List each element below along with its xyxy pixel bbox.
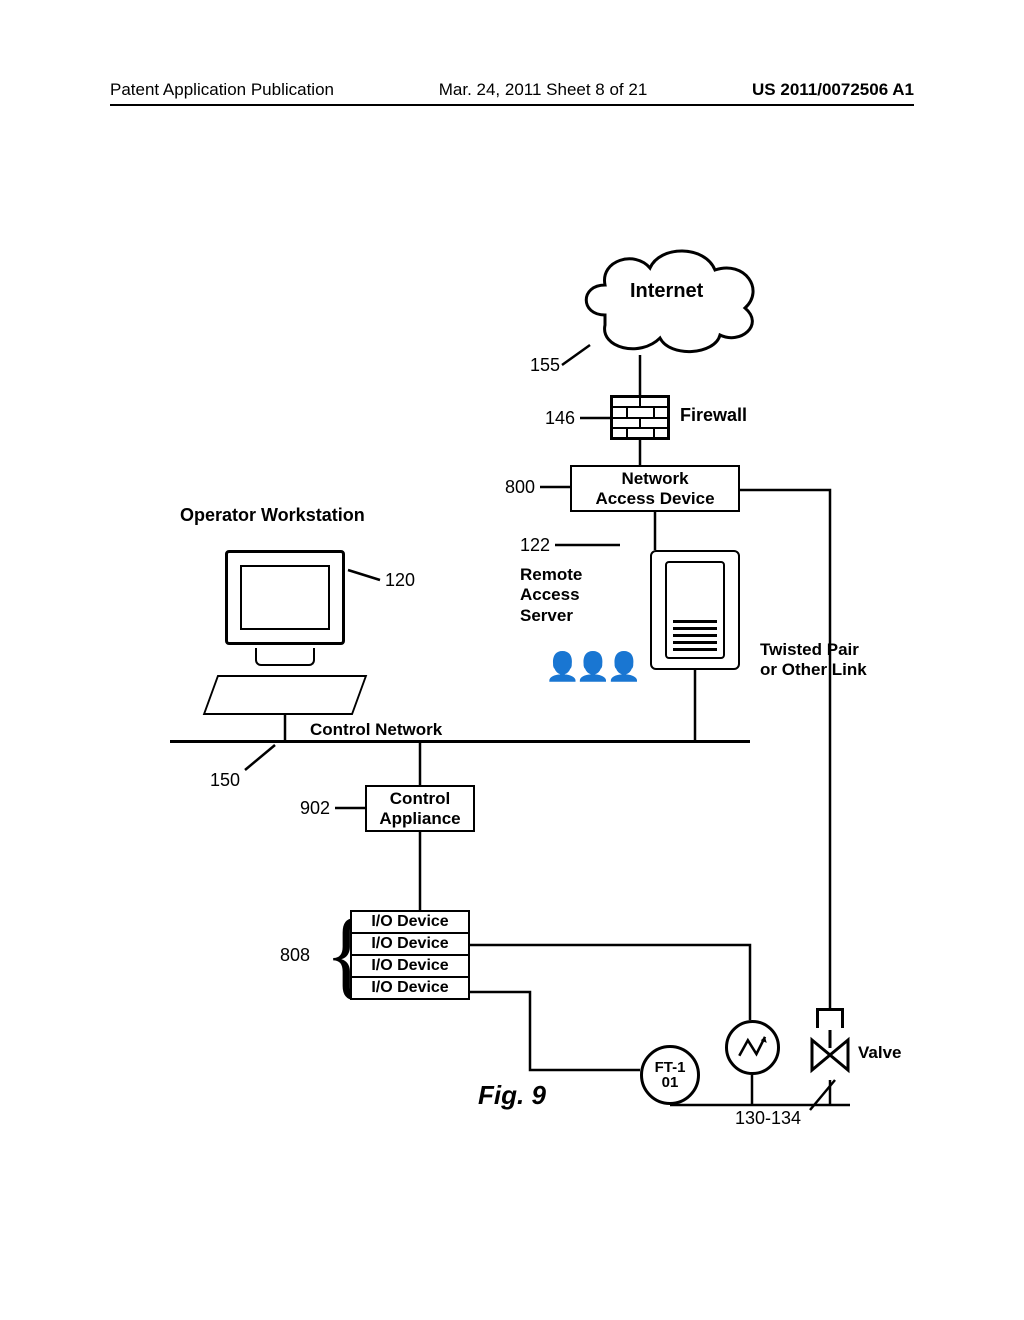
ref-155: 155 — [530, 355, 560, 376]
ras-label: Remote Access Server — [520, 565, 582, 626]
valve-icon — [810, 1030, 850, 1080]
io-device-4: I/O Device — [350, 976, 470, 1000]
control-network-label: Control Network — [310, 720, 442, 740]
keyboard-icon — [203, 675, 368, 715]
diagram-canvas: Internet 155 Firewall 146 Network Access… — [110, 150, 914, 1150]
ft-label-top: FT-1 — [655, 1060, 686, 1075]
valve-label: Valve — [858, 1043, 902, 1063]
io-device-stack: I/O Device I/O Device I/O Device I/O Dev… — [350, 910, 470, 1000]
header-date-sheet: Mar. 24, 2011 Sheet 8 of 21 — [439, 80, 648, 100]
firewall-icon — [610, 395, 670, 440]
ref-808: 808 — [280, 945, 310, 966]
internet-label: Internet — [630, 280, 703, 303]
page-header: Patent Application Publication Mar. 24, … — [110, 80, 914, 106]
ref-902: 902 — [300, 798, 330, 819]
io-device-3: I/O Device — [350, 954, 470, 978]
io-device-2: I/O Device — [350, 932, 470, 956]
control-network-bus — [170, 740, 750, 743]
network-access-device-box: Network Access Device — [570, 465, 740, 512]
nad-label: Network Access Device — [595, 469, 714, 508]
io-device-1: I/O Device — [350, 910, 470, 934]
ref-150: 150 — [210, 770, 240, 791]
ref-800: 800 — [505, 477, 535, 498]
figure-caption: Fig. 9 — [0, 1080, 1024, 1111]
meter-icon — [725, 1020, 780, 1075]
header-publication: Patent Application Publication — [110, 80, 334, 100]
control-appliance-box: Control Appliance — [365, 785, 475, 832]
valve-actuator-icon — [816, 1008, 844, 1028]
remote-access-server-icon — [650, 550, 740, 670]
workstation-monitor-icon — [225, 550, 345, 645]
ref-120: 120 — [385, 570, 415, 591]
firewall-label: Firewall — [680, 405, 747, 426]
monitor-base-icon — [255, 648, 315, 666]
ref-146: 146 — [545, 408, 575, 429]
ref-130-134: 130-134 — [735, 1108, 801, 1129]
people-icon: 👤👤👤 — [545, 650, 638, 683]
control-appliance-label: Control Appliance — [379, 789, 460, 828]
ref-122: 122 — [520, 535, 550, 556]
twisted-pair-label: Twisted Pair or Other Link — [760, 640, 867, 681]
operator-workstation-label: Operator Workstation — [180, 505, 365, 526]
header-pub-number: US 2011/0072506 A1 — [752, 80, 914, 100]
